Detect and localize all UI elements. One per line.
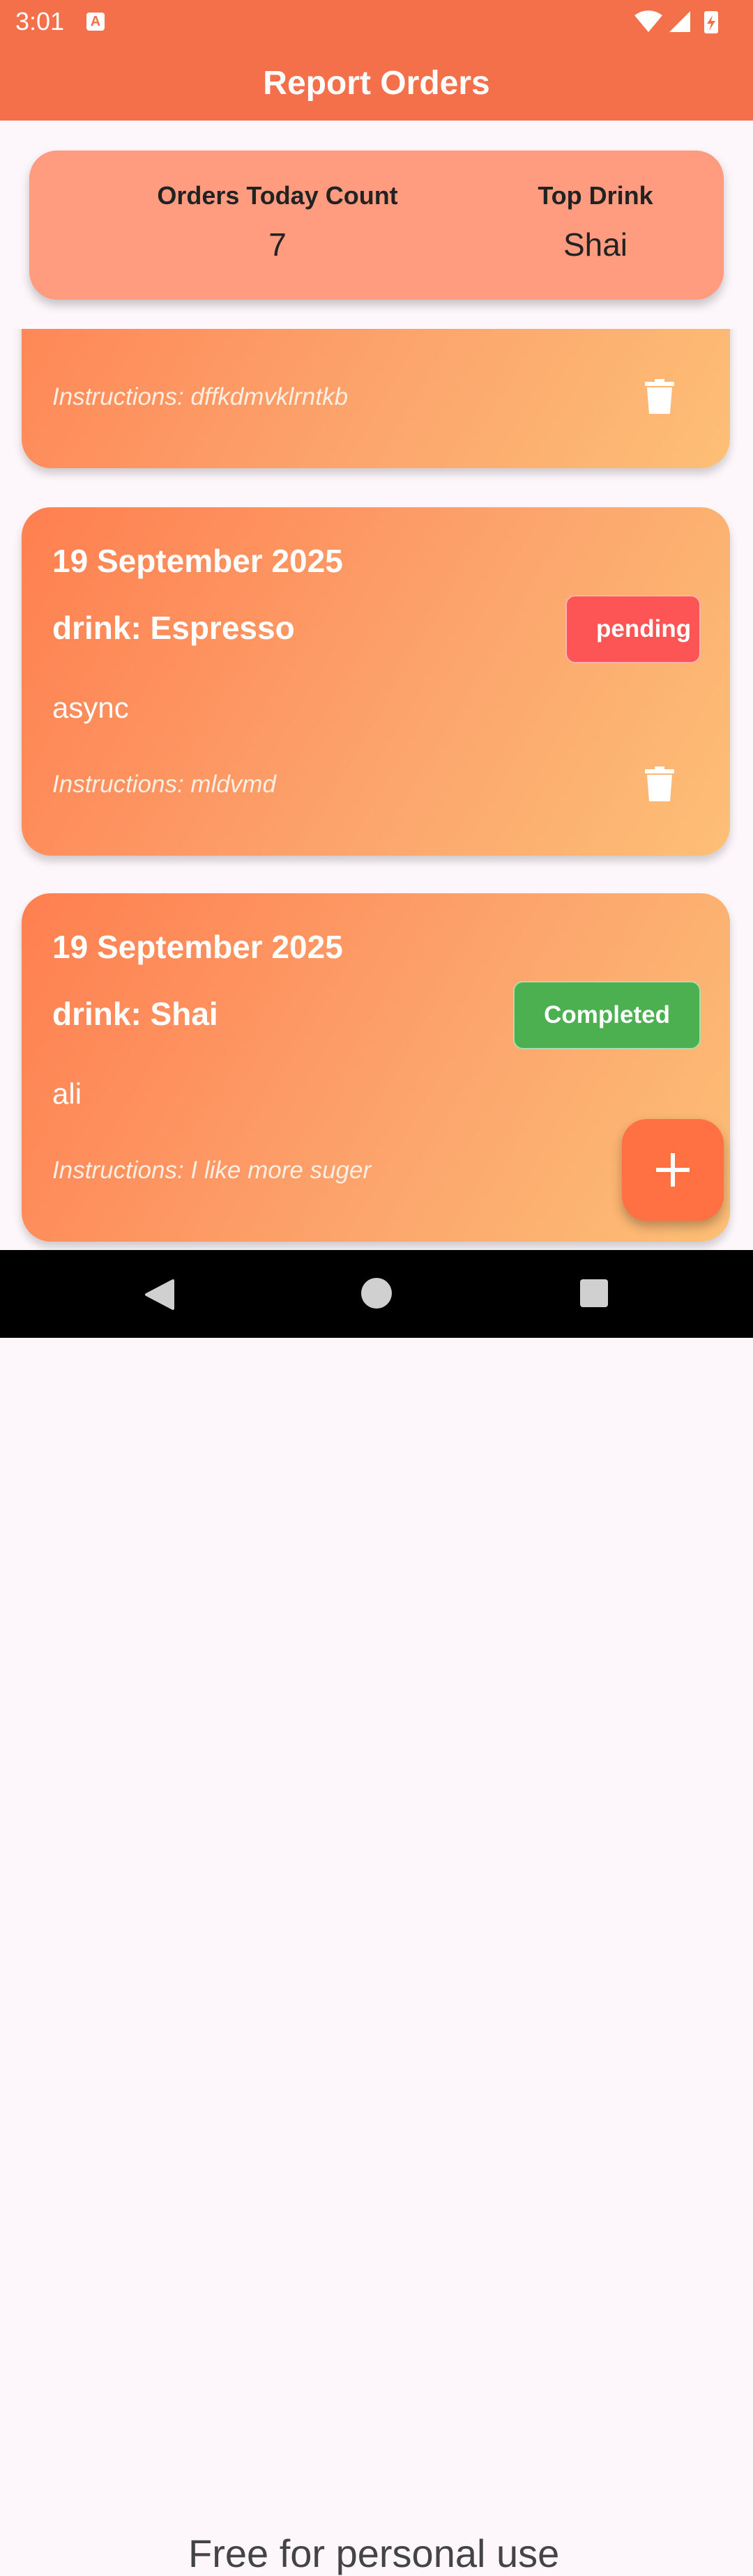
top-drink-summary: Top Drink Shai bbox=[448, 181, 743, 263]
status-icons bbox=[634, 10, 718, 33]
watermark-text: Free for personal use bbox=[188, 2531, 560, 2575]
summary-card: Orders Today Count 7 Top Drink Shai bbox=[29, 151, 724, 300]
orders-today-summary: Orders Today Count 7 bbox=[113, 181, 442, 263]
page-title: Report Orders bbox=[263, 65, 490, 102]
back-icon[interactable] bbox=[144, 1278, 174, 1311]
system-nav-bar: Free for personal use bbox=[0, 1250, 753, 2575]
home-icon[interactable] bbox=[361, 1278, 392, 1309]
signal-icon bbox=[669, 11, 690, 32]
order-card[interactable]: 19 September 2025 drink: Espresso pendin… bbox=[22, 507, 730, 856]
order-date: 19 September 2025 bbox=[52, 543, 343, 579]
order-drink: drink: Espresso bbox=[52, 610, 295, 646]
status-badge[interactable]: pending bbox=[565, 595, 701, 663]
status-badge[interactable]: Completed bbox=[513, 981, 701, 1049]
orders-today-label: Orders Today Count bbox=[157, 181, 398, 210]
order-instructions: Instructions: I like more suger bbox=[52, 1157, 372, 1184]
order-instructions: Instructions: mldvmd bbox=[52, 771, 276, 798]
add-order-button[interactable] bbox=[622, 1119, 724, 1221]
orders-list[interactable]: Instructions: dffkdmvklrntkb 19 Septembe… bbox=[0, 329, 753, 1250]
status-bar: 3:01 A bbox=[0, 0, 753, 45]
orders-today-value: 7 bbox=[268, 226, 287, 263]
order-customer: ali bbox=[52, 1077, 82, 1110]
top-drink-label: Top Drink bbox=[538, 181, 653, 210]
delete-icon[interactable] bbox=[645, 766, 674, 801]
notification-a-icon: A bbox=[86, 13, 105, 31]
order-drink: drink: Shai bbox=[52, 996, 218, 1032]
order-customer: async bbox=[52, 691, 129, 724]
top-drink-value: Shai bbox=[563, 226, 628, 263]
app-bar: Report Orders bbox=[0, 45, 753, 121]
status-time: 3:01 bbox=[15, 7, 65, 36]
recents-icon[interactable] bbox=[580, 1279, 608, 1307]
delete-icon[interactable] bbox=[645, 379, 674, 414]
order-instructions: Instructions: dffkdmvklrntkb bbox=[52, 383, 349, 410]
order-date: 19 September 2025 bbox=[52, 929, 343, 965]
wifi-icon bbox=[634, 10, 662, 32]
order-card[interactable]: Instructions: dffkdmvklrntkb bbox=[22, 329, 730, 468]
